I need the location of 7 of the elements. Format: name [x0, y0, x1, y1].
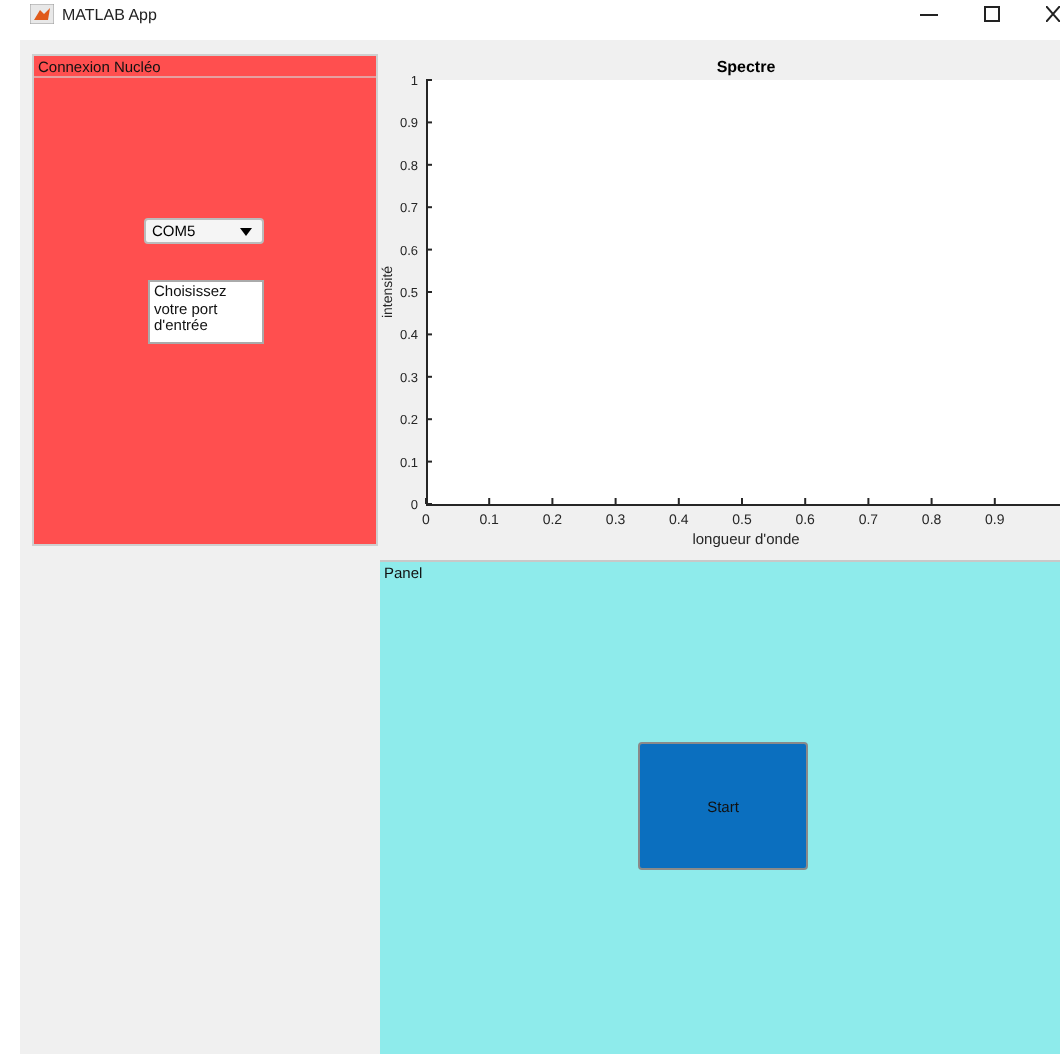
chart-title: Spectre [716, 58, 776, 76]
close-icon[interactable] [1046, 6, 1060, 22]
minimize-icon[interactable] [920, 13, 938, 15]
window-title: MATLAB App [62, 5, 157, 23]
maximize-icon[interactable] [984, 6, 1000, 22]
app-logo-icon [30, 4, 54, 24]
caret-icon [240, 227, 252, 235]
